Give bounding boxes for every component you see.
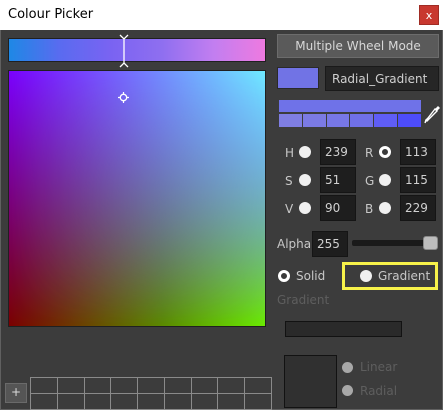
palette-slot[interactable] [245,378,272,394]
blue-label: B [365,202,374,216]
palette-slot[interactable] [31,394,58,410]
palette-slot[interactable] [191,378,219,394]
recent-swatch[interactable] [350,114,374,127]
recent-swatch[interactable] [279,114,302,127]
red-radio[interactable] [379,146,391,158]
gradient-section-header: Gradient [277,293,330,307]
red-label: R [365,146,374,160]
color-name-field[interactable]: Radial_Gradient [325,66,439,91]
add-swatch-button[interactable]: + [5,383,27,403]
linear-label: Linear [360,360,398,374]
palette-slot[interactable] [164,378,192,394]
saturation-field[interactable]: 51 [320,167,356,193]
blue-field[interactable]: 229 [400,195,436,221]
gradient-radio[interactable] [360,270,372,282]
blue-radio[interactable] [379,202,391,214]
hue-slider-marker-icon[interactable] [119,34,129,68]
eyedropper-icon[interactable] [424,104,441,126]
current-color-bar [279,100,421,112]
gradient-label: Gradient [378,269,431,283]
saturation-value-field[interactable] [8,70,266,327]
palette-slot[interactable] [138,378,165,394]
green-label: G [365,174,375,188]
radial-label: Radial [360,384,398,398]
palette-slot[interactable] [218,378,246,394]
green-radio[interactable] [379,174,391,186]
alpha-label: Alpha [277,237,312,251]
alpha-field[interactable]: 255 [312,231,348,257]
palette-slot[interactable] [84,378,112,394]
palette-slot[interactable] [57,378,85,394]
hue-radio[interactable] [299,146,311,158]
palette-slot[interactable] [111,394,139,410]
color-cursor-icon[interactable] [118,92,129,103]
recent-swatch[interactable] [302,114,326,127]
close-button[interactable]: x [419,5,439,25]
recent-swatch[interactable] [374,114,398,127]
palette-slot[interactable] [245,394,272,410]
multiple-wheel-mode-button[interactable]: Multiple Wheel Mode [277,34,439,58]
hue-label: H [285,146,295,160]
gradient-strip[interactable] [285,321,402,337]
hue-slider[interactable] [8,38,266,62]
color-preview-swatch [277,67,319,89]
solid-label: Solid [296,269,326,283]
hue-field[interactable]: 239 [320,139,356,165]
value-field[interactable]: 90 [320,195,356,221]
saturation-label: S [285,174,293,188]
palette-slot[interactable] [111,378,139,394]
recent-color-swatches [279,114,421,127]
green-field[interactable]: 115 [400,167,436,193]
title-bar: Colour Picker x [0,0,443,30]
saturation-radio[interactable] [299,174,311,186]
palette-slot[interactable] [138,394,165,410]
solid-radio[interactable] [278,270,290,282]
palette-grid [30,377,272,410]
palette-slot[interactable] [218,394,246,410]
gradient-preview [284,355,337,408]
recent-swatch[interactable] [326,114,350,127]
value-label: V [285,202,294,216]
radial-radio[interactable] [342,385,353,396]
linear-radio[interactable] [342,362,353,373]
palette-slot[interactable] [164,394,192,410]
red-field[interactable]: 113 [400,139,436,165]
window-title: Colour Picker [8,7,94,22]
alpha-slider-thumb[interactable] [423,236,438,250]
palette-slot[interactable] [191,394,219,410]
palette-slot[interactable] [57,394,85,410]
recent-swatch[interactable] [398,114,421,127]
value-radio[interactable] [299,202,311,214]
palette-slot[interactable] [84,394,112,410]
palette-slot[interactable] [31,378,58,394]
